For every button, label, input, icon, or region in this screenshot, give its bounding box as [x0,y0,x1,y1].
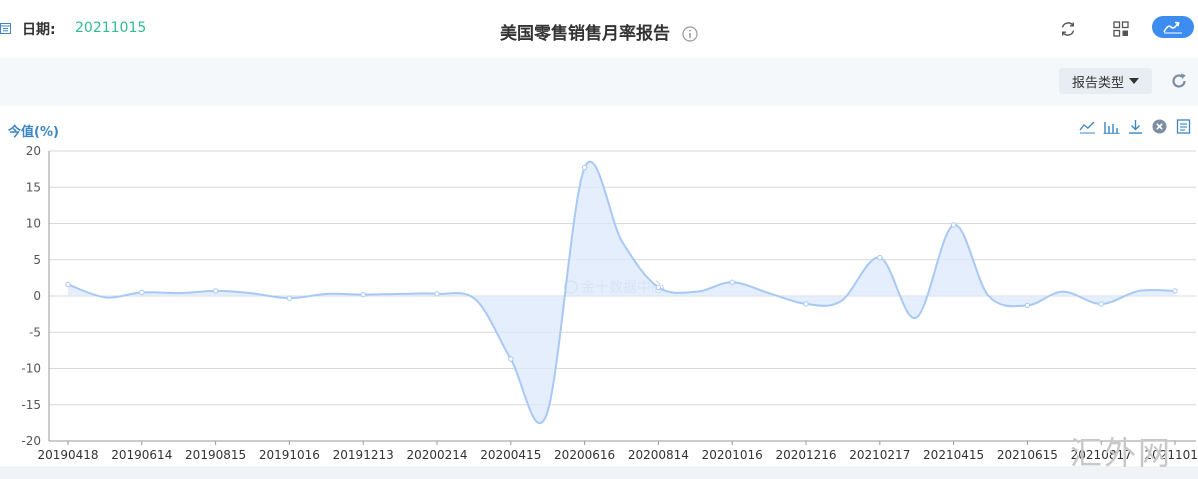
line-chart-icon [1079,121,1095,134]
download-icon [1129,120,1142,134]
chart-panel: 今值(%) [0,106,1198,466]
close-circle-icon [1152,119,1167,134]
download-button[interactable] [1127,118,1144,135]
brand-watermark: 汇外网 [1070,434,1173,472]
header-bar: 日期: 20211015 美国零售销售月率报告 [0,0,1198,58]
trend-chart-icon [1163,21,1182,34]
filter-toolbar: 报告类型 [0,58,1198,106]
info-icon[interactable] [682,26,698,42]
chart-toolbox [1079,118,1192,138]
report-type-label: 报告类型 [1071,75,1124,91]
grid-view-button[interactable] [1107,16,1135,42]
chart-view-button[interactable] [1152,16,1194,38]
bar-chart-icon [1103,122,1120,134]
unit-label: 今值(%) [8,125,59,140]
clear-button[interactable] [1151,118,1168,135]
caret-down-icon [1129,78,1139,84]
page-title-text: 美国零售销售月率报告 [500,24,671,44]
grid-icon [1113,21,1129,37]
sync-button[interactable] [1054,16,1082,42]
report-type-dropdown[interactable]: 报告类型 [1059,68,1152,94]
page-title: 美国零售销售月率报告 [0,19,1198,44]
line-chart-button[interactable] [1079,118,1096,135]
footer-bar [0,466,1198,479]
data-view-button[interactable] [1175,118,1192,135]
bar-chart-button[interactable] [1103,118,1120,135]
sync-icon [1061,22,1075,36]
refresh-icon[interactable] [1170,72,1188,90]
document-icon [1176,119,1191,134]
